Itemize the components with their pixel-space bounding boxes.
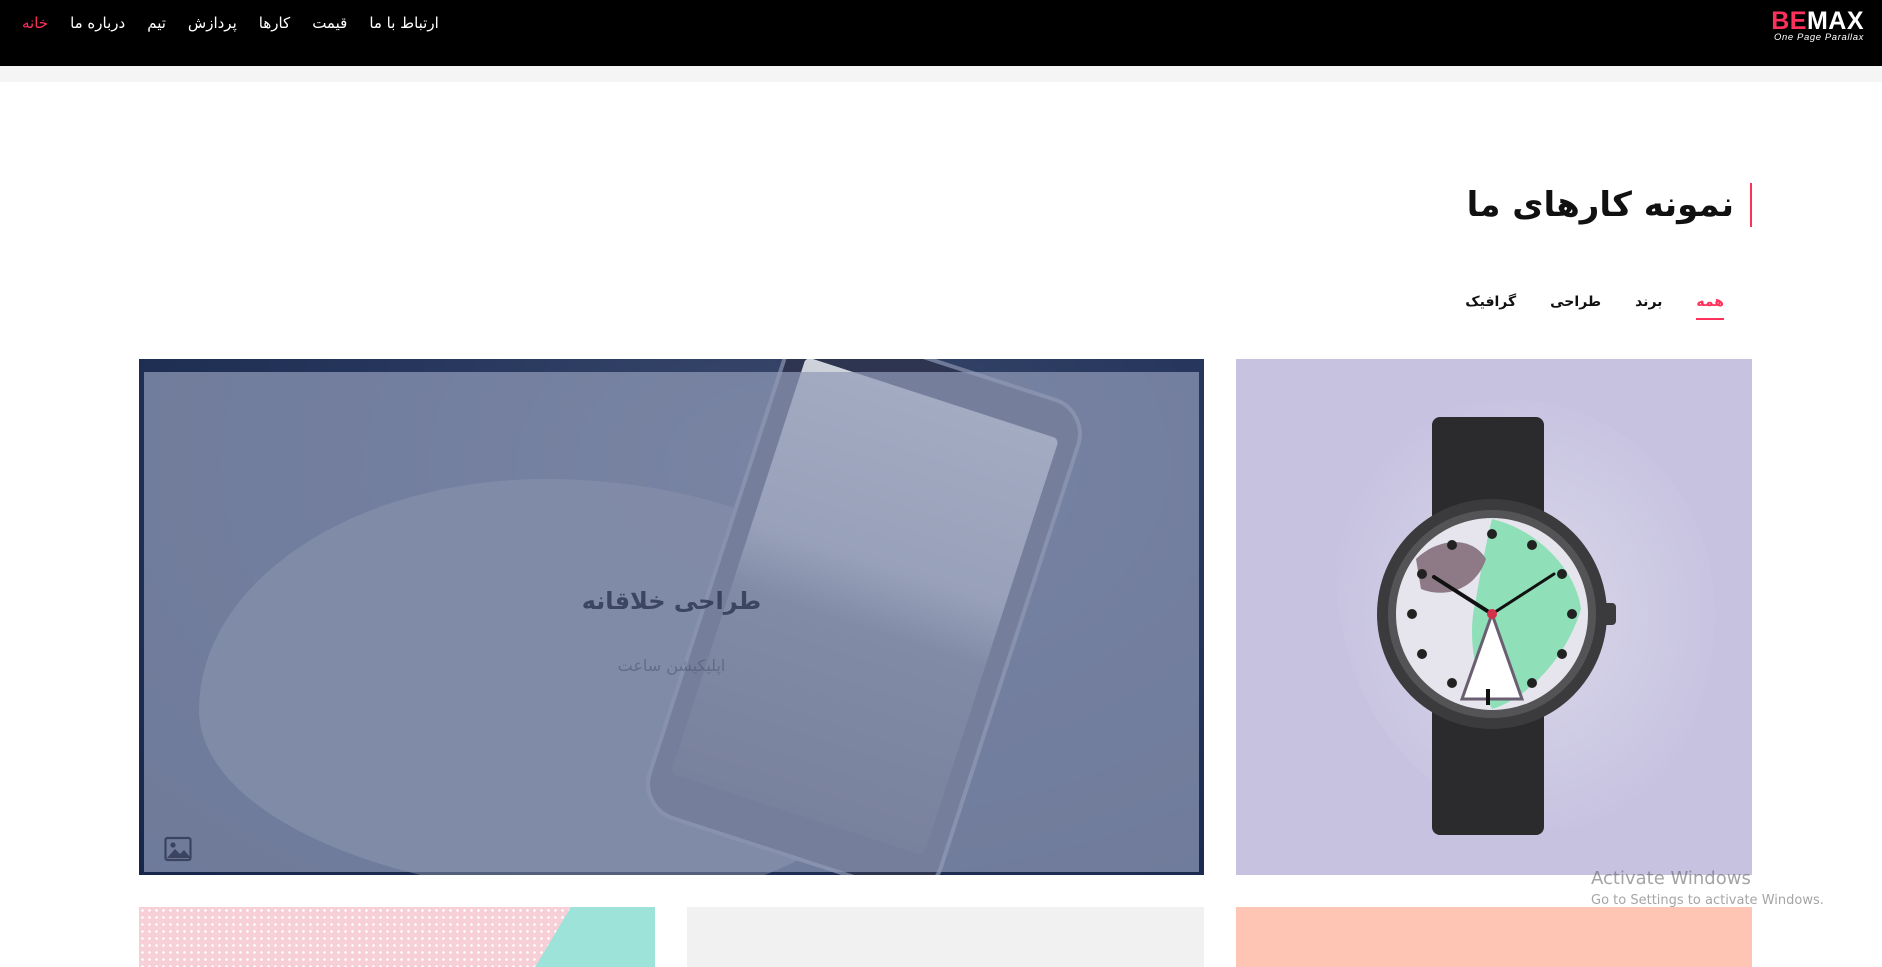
watermark-subtitle: Go to Settings to activate Windows. bbox=[1591, 893, 1824, 908]
portfolio-item-watch[interactable] bbox=[1236, 359, 1752, 875]
hover-overlay: طراحی خلاقانه اپلیکیشن ساعت bbox=[144, 372, 1199, 872]
teal-accent-shape bbox=[535, 907, 655, 967]
windows-activation-watermark: Activate Windows Go to Settings to activ… bbox=[1591, 868, 1824, 908]
nav-link-home[interactable]: خانه bbox=[22, 14, 48, 32]
filter-design[interactable]: طراحی bbox=[1550, 294, 1601, 320]
portfolio-item-gray[interactable] bbox=[687, 907, 1204, 967]
nav-link-pricing[interactable]: قیمت bbox=[312, 14, 347, 32]
portfolio-item-pink-pattern[interactable] bbox=[139, 907, 655, 967]
nav-link-about[interactable]: درباره ما bbox=[70, 14, 125, 32]
nav-link-team[interactable]: تیم bbox=[147, 14, 166, 32]
logo-max: MAX bbox=[1806, 7, 1864, 35]
portfolio-item-salmon[interactable] bbox=[1236, 907, 1752, 967]
nav-link-process[interactable]: پردازش bbox=[188, 14, 237, 32]
nav-link-works[interactable]: کارها bbox=[259, 14, 290, 32]
filter-graphic[interactable]: گرافیک bbox=[1465, 294, 1516, 320]
logo-be: BE bbox=[1771, 7, 1807, 35]
watermark-title: Activate Windows bbox=[1591, 868, 1751, 889]
logo-wordmark: BEMAX bbox=[1771, 8, 1864, 34]
filter-all[interactable]: همه bbox=[1696, 294, 1724, 320]
portfolio-filters: همه برند طراحی گرافیک bbox=[1465, 294, 1724, 320]
image-icon[interactable] bbox=[164, 836, 192, 862]
site-logo[interactable]: BEMAX One Page Parallax bbox=[1771, 8, 1864, 43]
section-title: نمونه کارهای ما bbox=[1467, 183, 1752, 227]
portfolio-item-creative-design[interactable]: طراحی خلاقانه اپلیکیشن ساعت bbox=[139, 359, 1204, 875]
filter-brand[interactable]: برند bbox=[1635, 294, 1662, 320]
logo-tagline: One Page Parallax bbox=[1774, 32, 1864, 43]
card-subtitle: اپلیکیشن ساعت bbox=[617, 656, 726, 675]
top-navbar: خانه درباره ما تیم پردازش کارها قیمت ارت… bbox=[0, 0, 1882, 66]
navbar-shadow-bar bbox=[0, 66, 1882, 82]
nav-menu: خانه درباره ما تیم پردازش کارها قیمت ارت… bbox=[22, 14, 439, 32]
nav-link-contact[interactable]: ارتباط با ما bbox=[369, 14, 438, 32]
card-title: طراحی خلاقانه bbox=[581, 587, 762, 615]
watch-icon bbox=[1377, 417, 1616, 835]
